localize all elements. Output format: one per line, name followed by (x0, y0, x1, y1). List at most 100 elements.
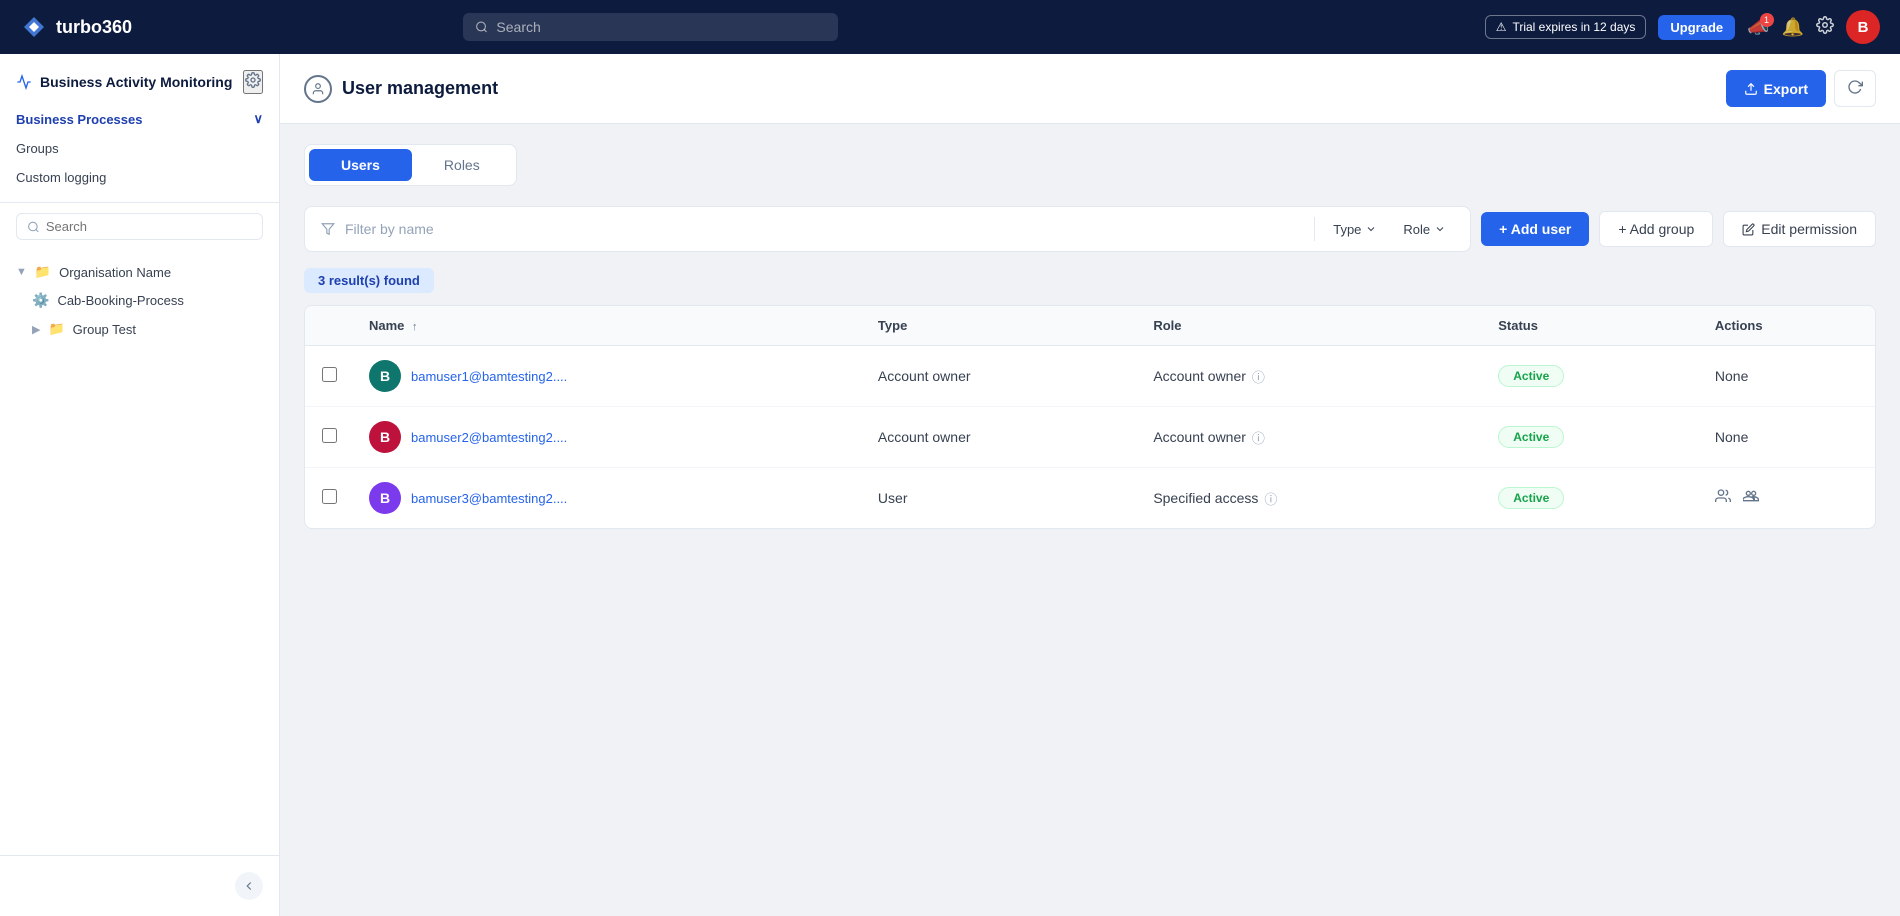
col-name[interactable]: Name ↑ (353, 306, 862, 346)
notifications-button[interactable]: 📣 1 (1747, 17, 1769, 38)
row-status-cell: Active (1482, 468, 1699, 529)
status-badge: Active (1498, 487, 1564, 509)
filter-icon (321, 222, 335, 236)
info-icon[interactable]: ⓘ (1252, 367, 1265, 386)
row-type-cell: User (862, 468, 1137, 529)
row-actions-cell: None (1699, 407, 1875, 468)
chevron-down-icon: ∨ (253, 111, 263, 127)
tab-bar: Users Roles (304, 144, 517, 186)
top-navigation: turbo360 ⚠ Trial expires in 12 days Upgr… (0, 0, 1900, 54)
role-label: Specified access (1153, 490, 1258, 506)
user-avatar[interactable]: B (1846, 10, 1880, 44)
filter-bar: Type Role (304, 206, 1471, 252)
row-checkbox[interactable] (322, 489, 337, 504)
chevron-down-icon: ▼ (16, 266, 27, 278)
sidebar-title: Business Activity Monitoring (16, 74, 232, 90)
sidebar-title-text: Business Activity Monitoring (40, 74, 232, 90)
trial-text: Trial expires in 12 days (1512, 20, 1635, 34)
sidebar-collapse-button[interactable] (235, 872, 263, 900)
sidebar-header: Business Activity Monitoring (0, 54, 279, 94)
upgrade-button[interactable]: Upgrade (1658, 15, 1735, 40)
warning-icon: ⚠ (1496, 20, 1507, 34)
sidebar-item-business-processes[interactable]: Business Processes ∨ (0, 104, 279, 134)
row-checkbox[interactable] (322, 367, 337, 382)
trial-badge: ⚠ Trial expires in 12 days (1485, 15, 1647, 39)
avatar: B (369, 360, 401, 392)
col-role: Role (1137, 306, 1482, 346)
col-status: Status (1482, 306, 1699, 346)
filter-separator (1314, 217, 1315, 241)
page-header-right: Export (1726, 70, 1876, 107)
main-layout: Business Activity Monitoring Business Pr… (0, 54, 1900, 916)
tree-item-cab-label: Cab-Booking-Process (57, 293, 183, 308)
info-icon[interactable]: ⓘ (1252, 428, 1265, 447)
filter-type-label: Type (1333, 222, 1361, 237)
tree-item-group-test[interactable]: ▶ 📁 Group Test (0, 315, 279, 343)
user-email[interactable]: bamuser1@bamtesting2.... (411, 369, 567, 384)
pencil-icon (1742, 223, 1755, 236)
turbo360-logo-icon (20, 13, 48, 41)
tree-item-cab[interactable]: ⚙️ Cab-Booking-Process (0, 286, 279, 315)
sidebar-search (0, 203, 279, 250)
status-badge: Active (1498, 365, 1564, 387)
role-cell: Account owner ⓘ (1153, 428, 1466, 447)
folder-icon: 📁 (35, 264, 51, 280)
edit-permission-button[interactable]: Edit permission (1723, 211, 1876, 247)
export-button[interactable]: Export (1726, 70, 1826, 107)
sidebar-nav: Business Processes ∨ Groups Custom loggi… (0, 94, 279, 203)
role-cell: Account owner ⓘ (1153, 367, 1466, 386)
results-badge: 3 result(s) found (304, 268, 434, 293)
filter-type-dropdown[interactable]: Type (1325, 218, 1385, 241)
person-icon (311, 82, 325, 96)
edit-user-icon[interactable] (1715, 488, 1731, 509)
refresh-button[interactable] (1834, 70, 1876, 107)
row-status-cell: Active (1482, 346, 1699, 407)
filter-actions-row: Type Role + Add user + Add group Edit (304, 206, 1876, 252)
filter-role-dropdown[interactable]: Role (1395, 218, 1454, 241)
main-content: User management Export (280, 54, 1900, 916)
row-name-cell: B bamuser1@bamtesting2.... (353, 346, 862, 407)
info-icon[interactable]: ⓘ (1264, 489, 1277, 508)
row-checkbox[interactable] (322, 428, 337, 443)
tree-item-org[interactable]: ▼ 📁 Organisation Name (0, 258, 279, 286)
sidebar-settings-button[interactable] (243, 70, 263, 94)
settings-button[interactable] (1816, 16, 1834, 39)
sidebar-search-icon (27, 220, 40, 234)
row-type-cell: Account owner (862, 346, 1137, 407)
chevron-down-role-icon (1434, 223, 1446, 235)
chevron-left-icon (242, 879, 256, 893)
bell-button[interactable]: 🔔 (1782, 17, 1804, 38)
row-checkbox-cell (305, 407, 353, 468)
role-cell: Specified access ⓘ (1153, 489, 1466, 508)
row-actions-cell: None (1699, 346, 1875, 407)
sort-icon: ↑ (412, 321, 418, 333)
user-email[interactable]: bamuser2@bamtesting2.... (411, 430, 567, 445)
sidebar-item-custom-logging[interactable]: Custom logging (0, 163, 279, 192)
app-logo[interactable]: turbo360 (20, 13, 132, 41)
process-icon: ⚙️ (32, 292, 49, 309)
col-actions: Actions (1699, 306, 1875, 346)
user-cell: B bamuser1@bamtesting2.... (369, 360, 846, 392)
col-type: Type (862, 306, 1137, 346)
add-group-button[interactable]: + Add group (1599, 211, 1713, 247)
row-status-cell: Active (1482, 407, 1699, 468)
sidebar-item-groups[interactable]: Groups (0, 134, 279, 163)
page-header: User management Export (280, 54, 1900, 124)
role-label: Account owner (1153, 429, 1246, 445)
add-user-button[interactable]: + Add user (1481, 212, 1589, 246)
app-name: turbo360 (56, 17, 132, 38)
tab-roles[interactable]: Roles (412, 149, 512, 181)
user-email[interactable]: bamuser3@bamtesting2.... (411, 491, 567, 506)
tab-users[interactable]: Users (309, 149, 412, 181)
row-role-cell: Specified access ⓘ (1137, 468, 1482, 529)
row-role-cell: Account owner ⓘ (1137, 346, 1482, 407)
sidebar-search-input[interactable] (46, 219, 252, 234)
users-table: Name ↑ Type Role Status Actions B bamuse… (304, 305, 1876, 529)
folder-icon-group: 📁 (48, 321, 64, 337)
user-cell: B bamuser3@bamtesting2.... (369, 482, 846, 514)
filter-name-input[interactable] (345, 221, 1304, 237)
content-area: Users Roles Type Role (280, 124, 1900, 549)
remove-user-icon[interactable] (1743, 488, 1759, 509)
search-input[interactable] (496, 19, 826, 35)
row-name-cell: B bamuser3@bamtesting2.... (353, 468, 862, 529)
